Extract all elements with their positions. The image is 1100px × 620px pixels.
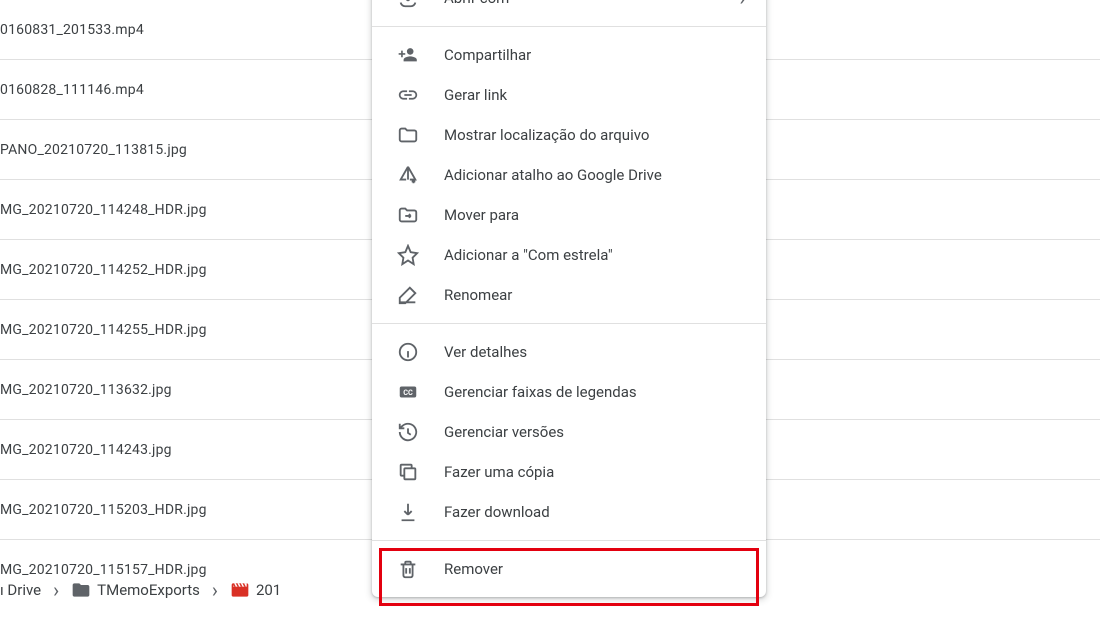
menu-label: Mover para	[444, 206, 519, 224]
menu-get-link[interactable]: Gerar link	[372, 75, 766, 115]
history-icon	[396, 420, 420, 444]
person-add-icon	[396, 43, 420, 67]
trash-icon	[396, 557, 420, 581]
menu-show-location[interactable]: Mostrar localização do arquivo	[372, 115, 766, 155]
menu-label: Remover	[444, 560, 503, 578]
drive-shortcut-icon	[396, 163, 420, 187]
menu-label: Gerenciar versões	[444, 423, 564, 441]
menu-add-shortcut[interactable]: Adicionar atalho ao Google Drive	[372, 155, 766, 195]
breadcrumb-current[interactable]: 201	[256, 581, 281, 599]
menu-label: Abrir com	[444, 0, 509, 7]
file-name: 0160828_111146.mp4	[0, 82, 144, 98]
menu-label: Gerar link	[444, 86, 507, 104]
breadcrumb-folder[interactable]: TMemoExports	[97, 581, 200, 599]
menu-label: Compartilhar	[444, 46, 531, 64]
cc-icon: CC	[396, 380, 420, 404]
menu-label: Ver detalhes	[444, 343, 527, 361]
menu-versions[interactable]: Gerenciar versões	[372, 412, 766, 452]
file-name: MG_20210720_113632.jpg	[0, 382, 172, 398]
folder-icon	[71, 580, 91, 600]
context-menu: Abrir com › Compartilhar Gerar link Most…	[372, 0, 766, 597]
file-name: MG_20210720_114243.jpg	[0, 442, 172, 458]
folder-icon	[396, 123, 420, 147]
open-with-icon	[396, 0, 420, 10]
file-name: MG_20210720_114255_HDR.jpg	[0, 322, 207, 338]
star-icon	[396, 243, 420, 267]
chevron-right-icon: ›	[47, 578, 65, 602]
menu-copy[interactable]: Fazer uma cópia	[372, 452, 766, 492]
menu-separator	[372, 26, 766, 27]
menu-download[interactable]: Fazer download	[372, 492, 766, 532]
menu-share[interactable]: Compartilhar	[372, 35, 766, 75]
menu-add-star[interactable]: Adicionar a "Com estrela"	[372, 235, 766, 275]
menu-open-with[interactable]: Abrir com ›	[372, 0, 766, 18]
svg-text:CC: CC	[403, 388, 413, 397]
menu-label: Adicionar atalho ao Google Drive	[444, 166, 662, 184]
menu-label: Fazer download	[444, 503, 550, 521]
chevron-right-icon: ›	[206, 578, 224, 602]
file-name: MG_20210720_114252_HDR.jpg	[0, 262, 207, 278]
file-name: MG_20210720_115203_HDR.jpg	[0, 502, 207, 518]
menu-separator	[372, 540, 766, 541]
menu-label: Renomear	[444, 286, 512, 304]
menu-label: Adicionar a "Com estrela"	[444, 246, 613, 264]
file-name: 0160831_201533.mp4	[0, 22, 144, 38]
video-icon	[230, 580, 250, 600]
menu-label: Mostrar localização do arquivo	[444, 126, 649, 144]
rename-icon	[396, 283, 420, 307]
menu-details[interactable]: Ver detalhes	[372, 332, 766, 372]
menu-label: Gerenciar faixas de legendas	[444, 383, 637, 401]
menu-label: Fazer uma cópia	[444, 463, 554, 481]
menu-remove[interactable]: Remover	[372, 549, 766, 589]
file-name: PANO_20210720_113815.jpg	[0, 142, 187, 158]
copy-icon	[396, 460, 420, 484]
menu-rename[interactable]: Renomear	[372, 275, 766, 315]
chevron-right-icon: ›	[739, 0, 746, 11]
move-to-icon	[396, 203, 420, 227]
menu-separator	[372, 323, 766, 324]
link-icon	[396, 83, 420, 107]
file-name: MG_20210720_114248_HDR.jpg	[0, 202, 207, 218]
breadcrumb: ı Drive › TMemoExports › 201	[0, 566, 281, 614]
menu-captions[interactable]: CC Gerenciar faixas de legendas	[372, 372, 766, 412]
download-icon	[396, 500, 420, 524]
info-icon	[396, 340, 420, 364]
breadcrumb-root[interactable]: ı Drive	[0, 581, 41, 599]
menu-move-to[interactable]: Mover para	[372, 195, 766, 235]
